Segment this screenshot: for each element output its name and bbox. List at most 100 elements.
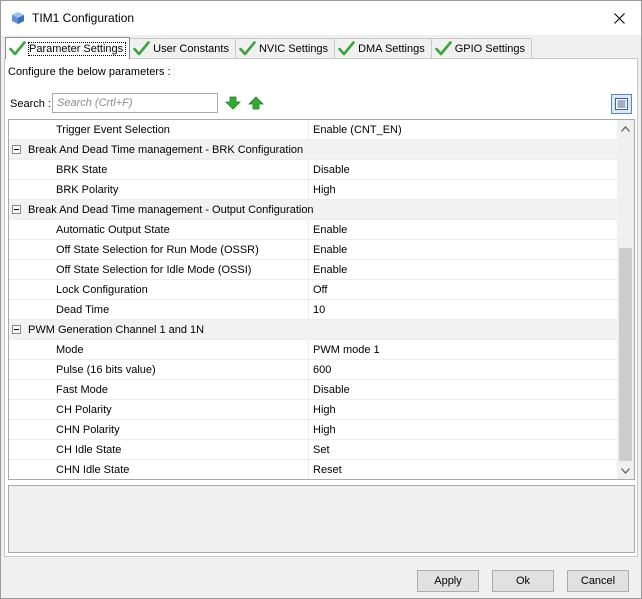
- parameter-settings-panel: Configure the below parameters : Search …: [4, 58, 638, 557]
- column-divider: [308, 400, 309, 420]
- search-label: Search :: [10, 98, 51, 110]
- cancel-button[interactable]: Cancel: [567, 570, 629, 592]
- parameter-name: Lock Configuration: [56, 283, 148, 296]
- parameter-row[interactable]: BRK Polarity High: [9, 180, 617, 200]
- collapse-icon[interactable]: [12, 325, 21, 334]
- parameter-value[interactable]: Disable: [313, 384, 350, 396]
- column-divider: [308, 420, 309, 440]
- title-bar: TIM1 Configuration: [1, 1, 641, 35]
- parameter-name: CHN Idle State: [56, 463, 130, 476]
- parameter-value[interactable]: Off: [313, 284, 327, 296]
- parameter-value[interactable]: Enable (CNT_EN): [313, 124, 402, 136]
- column-divider: [308, 240, 309, 260]
- search-input[interactable]: [52, 93, 218, 113]
- parameter-row[interactable]: CHN Idle State Reset: [9, 460, 617, 479]
- ok-button[interactable]: Ok: [492, 570, 554, 592]
- parameter-value[interactable]: Disable: [313, 164, 350, 176]
- parameter-value[interactable]: High: [313, 424, 336, 436]
- check-icon: [338, 41, 355, 56]
- parameter-name: BRK State: [56, 163, 108, 176]
- parameter-value[interactable]: Enable: [313, 264, 347, 276]
- parameter-rows: Trigger Event Selection Enable (CNT_EN) Br…: [9, 120, 617, 479]
- list-view-icon: [615, 98, 628, 110]
- tab-parameter-settings[interactable]: Parameter Settings: [5, 37, 131, 59]
- parameter-row[interactable]: Automatic Output State Enable: [9, 220, 617, 240]
- column-divider: [308, 160, 309, 180]
- group-name: Break And Dead Time management - Output …: [28, 203, 314, 216]
- parameter-row[interactable]: Mode PWM mode 1: [9, 340, 617, 360]
- parameter-value[interactable]: High: [313, 184, 336, 196]
- parameter-name: CH Idle State: [56, 443, 122, 456]
- parameter-name: Fast Mode: [56, 383, 108, 396]
- parameter-name: Off State Selection for Run Mode (OSSR): [56, 243, 259, 256]
- parameter-name: Dead Time: [56, 303, 110, 316]
- parameter-name: Mode: [56, 343, 84, 356]
- group-row[interactable]: Break And Dead Time management - BRK Con…: [9, 140, 617, 160]
- column-divider: [308, 120, 309, 140]
- group-row[interactable]: PWM Generation Channel 1 and 1N: [9, 320, 617, 340]
- parameter-row[interactable]: Lock Configuration Off: [9, 280, 617, 300]
- parameter-row[interactable]: Off State Selection for Run Mode (OSSR) E…: [9, 240, 617, 260]
- description-box: [8, 485, 635, 553]
- parameter-row[interactable]: Off State Selection for Idle Mode (OSSI)…: [9, 260, 617, 280]
- chevron-up-icon: [621, 125, 630, 132]
- column-divider: [308, 360, 309, 380]
- parameter-row[interactable]: Fast Mode Disable: [9, 380, 617, 400]
- parameter-row[interactable]: CH Idle State Set: [9, 440, 617, 460]
- parameter-value[interactable]: PWM mode 1: [313, 344, 380, 356]
- column-divider: [308, 440, 309, 460]
- parameter-row[interactable]: BRK State Disable: [9, 160, 617, 180]
- tab-gpio-settings[interactable]: GPIO Settings: [430, 38, 533, 58]
- tab-label: DMA Settings: [358, 42, 425, 55]
- column-divider: [308, 260, 309, 280]
- tab-user-constants[interactable]: User Constants: [129, 38, 236, 58]
- column-divider: [308, 280, 309, 300]
- tab-strip: Parameter Settings User Constants NVIC Set…: [5, 37, 533, 59]
- column-divider: [308, 460, 309, 479]
- check-icon: [9, 41, 26, 56]
- parameter-row[interactable]: Pulse (16 bits value) 600: [9, 360, 617, 380]
- parameter-value[interactable]: Set: [313, 444, 330, 456]
- chevron-down-icon: [621, 467, 630, 474]
- parameter-name: CH Polarity: [56, 403, 112, 416]
- parameter-row[interactable]: Dead Time 10: [9, 300, 617, 320]
- window-title: TIM1 Configuration: [32, 11, 135, 25]
- parameter-name: BRK Polarity: [56, 183, 119, 196]
- list-view-button[interactable]: [611, 94, 632, 114]
- parameter-value[interactable]: Reset: [313, 464, 342, 476]
- scroll-thumb[interactable]: [619, 248, 632, 461]
- scroll-down-button[interactable]: [617, 462, 634, 479]
- collapse-icon[interactable]: [12, 205, 21, 214]
- collapse-icon[interactable]: [12, 145, 21, 154]
- vertical-scrollbar[interactable]: [617, 120, 634, 479]
- group-name: PWM Generation Channel 1 and 1N: [28, 323, 205, 336]
- tab-dma-settings[interactable]: DMA Settings: [334, 38, 432, 58]
- scroll-up-button[interactable]: [617, 120, 634, 137]
- column-divider: [308, 180, 309, 200]
- column-divider: [308, 380, 309, 400]
- close-icon: [613, 12, 625, 24]
- apply-button[interactable]: Apply: [417, 570, 479, 592]
- parameter-row[interactable]: Trigger Event Selection Enable (CNT_EN): [9, 120, 617, 140]
- column-divider: [308, 220, 309, 240]
- parameter-row[interactable]: CHN Polarity High: [9, 420, 617, 440]
- configure-label: Configure the below parameters :: [8, 66, 171, 78]
- parameter-value[interactable]: 10: [313, 304, 325, 316]
- arrow-down-icon[interactable]: [225, 96, 241, 110]
- group-row[interactable]: Break And Dead Time management - Output …: [9, 200, 617, 220]
- group-name: Break And Dead Time management - BRK Con…: [28, 143, 304, 156]
- parameter-grid: Trigger Event Selection Enable (CNT_EN) Br…: [8, 119, 635, 480]
- tab-label: Parameter Settings: [27, 41, 127, 56]
- parameter-value[interactable]: 600: [313, 364, 331, 376]
- tab-label: GPIO Settings: [454, 42, 526, 55]
- check-icon: [434, 41, 452, 56]
- tab-nvic-settings[interactable]: NVIC Settings: [234, 38, 336, 58]
- parameter-value[interactable]: Enable: [313, 224, 347, 236]
- arrow-up-icon[interactable]: [248, 96, 264, 110]
- tab-label: User Constants: [153, 42, 229, 55]
- close-button[interactable]: [601, 5, 637, 31]
- parameter-value[interactable]: Enable: [313, 244, 347, 256]
- parameter-row[interactable]: CH Polarity High: [9, 400, 617, 420]
- parameter-name: Automatic Output State: [56, 223, 170, 236]
- parameter-value[interactable]: High: [313, 404, 336, 416]
